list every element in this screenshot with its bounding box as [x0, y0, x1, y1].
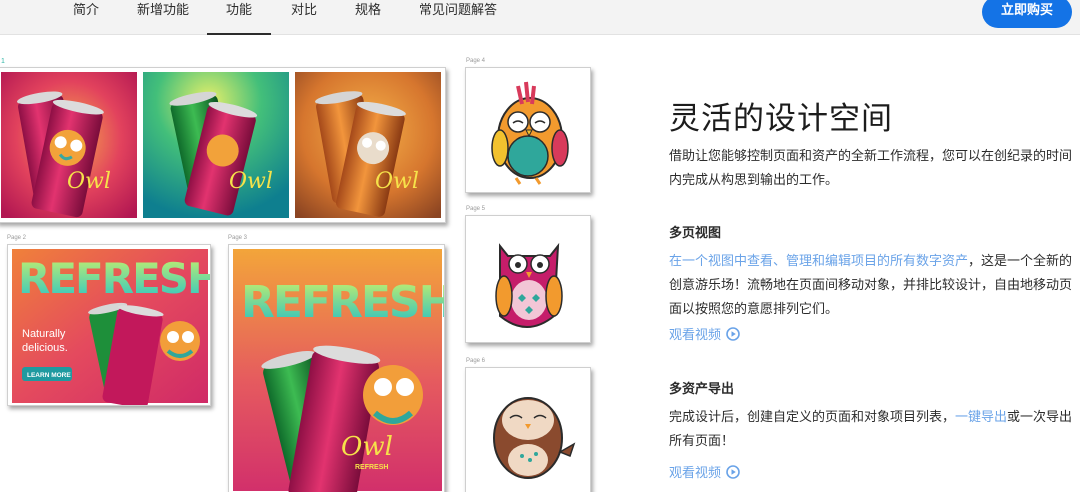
refresh-headline: REFRESH [18, 254, 211, 303]
tab-specs[interactable]: 规格 [355, 0, 381, 35]
watch-video-label: 观看视频 [669, 328, 722, 343]
orange-owl-illustration [491, 81, 569, 185]
page-5-label: Page 5 [466, 206, 486, 212]
artboard-page-1[interactable]: Owl Owl Owl [0, 67, 446, 223]
can-brand-text: Owl [341, 432, 393, 462]
magenta-owl-illustration [495, 242, 563, 328]
watch-video-link-1[interactable]: 观看视频 [669, 324, 740, 343]
watch-video-label: 观看视频 [669, 466, 722, 481]
export-heading: 多资产导出 [669, 382, 735, 397]
tab-faq[interactable]: 常见问题解答 [419, 0, 497, 35]
artboard-page-4[interactable] [465, 67, 591, 193]
can-brand-text: Owl [67, 169, 111, 194]
export-body-before: 完成设计后，创建自定义的页面和对象项目列表， [669, 410, 956, 425]
artboard-page-5[interactable] [465, 215, 591, 343]
refresh-banner-artwork: REFRESH Naturally delicious. LEARN MORE [12, 249, 211, 405]
artboard-page-6[interactable] [465, 367, 591, 492]
feature-title: 灵活的设计空间 [669, 101, 893, 137]
one-click-export-link[interactable]: 一键导出 [955, 410, 1007, 425]
tagline-line-2: delicious. [22, 342, 68, 354]
multipage-link[interactable]: 在一个视图中查看、管理和编辑项目的所有数字资产 [669, 254, 968, 269]
play-circle-icon [726, 465, 740, 479]
play-circle-icon [726, 327, 740, 341]
can-variants-artwork: Owl Owl Owl [1, 72, 441, 218]
multipage-heading: 多页视图 [669, 226, 722, 241]
can-brand-text: Owl [375, 169, 419, 194]
tab-whats-new[interactable]: 新增功能 [137, 0, 189, 35]
can-subtext: REFRESH [355, 464, 388, 471]
tagline-line-1: Naturally [22, 328, 66, 340]
multipage-description: 在一个视图中查看、管理和编辑项目的所有数字资产，这是一个全新的创意游乐场！流畅地… [669, 250, 1080, 322]
page-4-label: Page 4 [466, 58, 486, 64]
tab-features[interactable]: 功能 [207, 0, 271, 35]
can-brand-text: Owl [229, 169, 273, 194]
refresh-headline: REFRESH [241, 277, 445, 328]
refresh-poster-artwork: REFRESH Owl REFRESH [233, 249, 445, 492]
artboard-page-2[interactable]: REFRESH Naturally delicious. LEARN MORE [7, 244, 211, 406]
page-1-label: 1 [1, 58, 5, 65]
top-nav: 简介 新增功能 功能 对比 规格 常见问题解答 立即购买 [0, 0, 1080, 35]
tab-overview[interactable]: 简介 [73, 0, 99, 35]
artboard-page-3[interactable]: REFRESH Owl REFRESH [228, 244, 445, 492]
watch-video-link-2[interactable]: 观看视频 [669, 462, 740, 481]
export-description: 完成设计后，创建自定义的页面和对象项目列表，一键导出或一次导出所有页面！ [669, 406, 1080, 454]
learn-more-text: LEARN MORE [27, 372, 71, 379]
page-3-label: Page 3 [228, 235, 248, 241]
buy-now-button[interactable]: 立即购买 [982, 0, 1072, 28]
page-6-label: Page 6 [466, 358, 486, 364]
page-2-label: Page 2 [7, 235, 27, 241]
brown-owl-illustration [493, 397, 576, 479]
tab-compare[interactable]: 对比 [291, 0, 317, 35]
feature-intro: 借助让您能够控制页面和资产的全新工作流程，您可以在创纪录的时间内完成从构思到输出… [669, 149, 1073, 188]
